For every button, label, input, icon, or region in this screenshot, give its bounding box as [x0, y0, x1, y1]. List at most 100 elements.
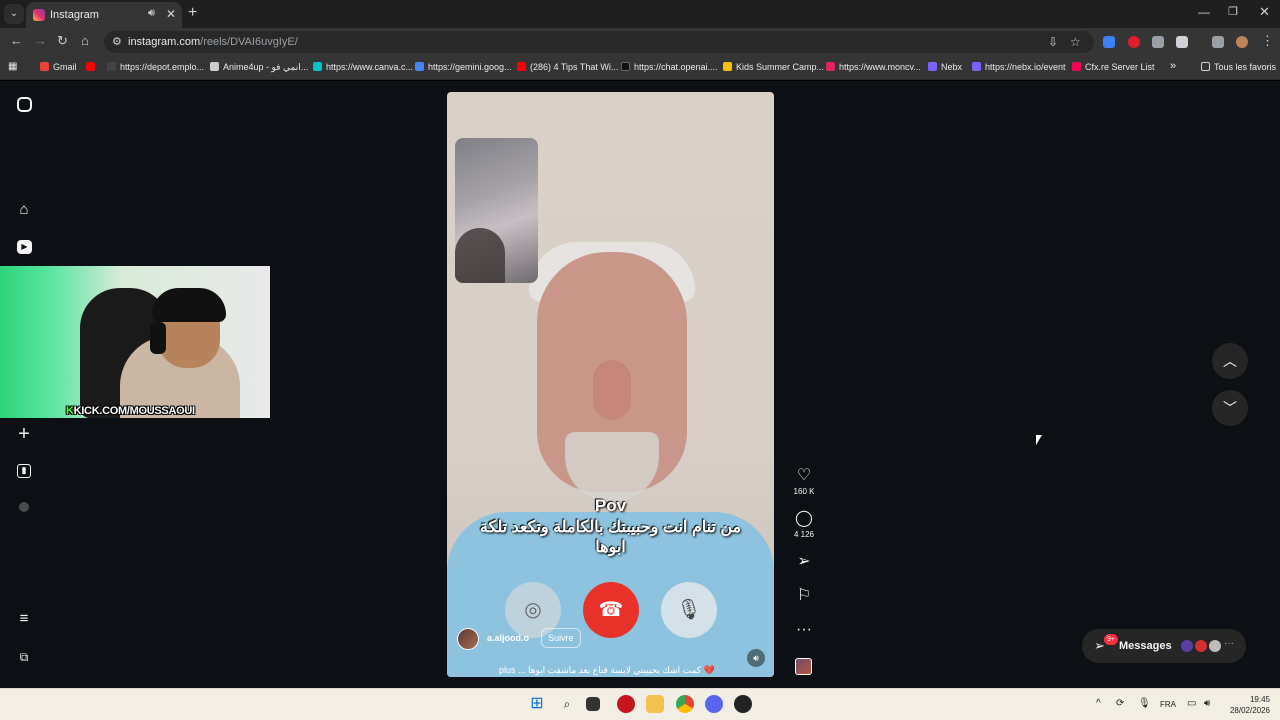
author-name[interactable]: a.aljood.o: [487, 633, 529, 643]
follow-button[interactable]: Suivre: [541, 628, 581, 648]
reload-icon[interactable]: ↻: [57, 33, 68, 49]
file-explorer-icon[interactable]: [646, 695, 664, 713]
pip-shadow: [455, 228, 505, 283]
like-count: 160 K: [793, 487, 815, 496]
search-icon[interactable]: ⌕: [558, 695, 576, 713]
openai-icon: [621, 62, 630, 71]
bookmark-item[interactable]: Kids Summer Camp...: [723, 62, 824, 72]
bookmark-item[interactable]: https://www.canva.c...: [313, 62, 413, 72]
task-view-icon[interactable]: [586, 697, 600, 711]
avatar: [1180, 639, 1194, 653]
also-from-meta-icon[interactable]: ⧉: [16, 649, 32, 665]
forward-icon[interactable]: →: [34, 33, 47, 48]
dashboard-nav-icon[interactable]: ▮: [17, 464, 31, 478]
mic-muted-icon: 🎙︎: [661, 582, 717, 638]
windows-taskbar: ⊞ ⌕ ^ ⟳ 🎙︎ FRA ▭ 🔊︎ 19:45 28/02/2026: [0, 688, 1280, 720]
menu-icon[interactable]: ⋮: [1261, 33, 1274, 49]
volume-icon[interactable]: 🔊︎: [747, 649, 765, 667]
all-bookmarks-folder[interactable]: Tous les favoris: [1201, 62, 1276, 72]
volume-icon[interactable]: 🔊︎: [1204, 698, 1210, 709]
install-app-icon[interactable]: ⇩: [1048, 35, 1058, 49]
extension-icon[interactable]: [1103, 36, 1115, 48]
bookmark-item[interactable]: https://www.moncv...: [826, 62, 921, 72]
close-window-button[interactable]: ✕: [1259, 4, 1270, 20]
instagram-page: ⌂ ▶ + ▮ ≡ ⧉ KKICK.COM/MOUSSAOUI Pov من ت…: [0, 81, 1280, 688]
bookmark-item[interactable]: (286) 4 Tips That Wi...: [517, 62, 618, 72]
address-bar[interactable]: ⚙ instagram.com/reels/DVAI6uvgIyE/ ⇩ ☆: [104, 31, 1094, 53]
more-bookmarks-button[interactable]: »: [1170, 60, 1176, 72]
create-nav-icon[interactable]: +: [16, 424, 32, 444]
nebx-icon: [972, 62, 981, 71]
app-icon[interactable]: [617, 695, 635, 713]
bookmark-icon: ⚐: [796, 587, 812, 604]
reel-description[interactable]: plus ... كمت اشك بحبيبتي لابسة قناع بعد …: [499, 665, 729, 676]
tab-instagram[interactable]: Instagram 🔊︎ ✕: [26, 2, 182, 28]
headset: [150, 322, 166, 354]
extension-icon[interactable]: [1128, 36, 1140, 48]
tab-title: Instagram: [50, 9, 99, 21]
bookmark-item[interactable]: https://nebx.io/event: [972, 62, 1066, 72]
media-controls-icon[interactable]: [1212, 36, 1224, 48]
messages-badge: 9+: [1104, 634, 1118, 645]
save-button[interactable]: ⚐: [788, 587, 820, 605]
language-indicator[interactable]: FRA: [1160, 700, 1176, 709]
next-reel-button[interactable]: ﹀: [1212, 390, 1248, 426]
chrome-icon[interactable]: [676, 695, 694, 713]
extensions-puzzle-icon[interactable]: [1176, 36, 1188, 48]
more-icon: ···: [796, 621, 812, 638]
obs-icon[interactable]: [734, 695, 752, 713]
bookmark-item[interactable]: Cfx.re Server List: [1072, 62, 1155, 72]
close-tab-icon[interactable]: ✕: [166, 7, 176, 21]
share-button[interactable]: ➢: [788, 553, 820, 571]
bookmark-item[interactable]: Nebx: [928, 62, 962, 72]
extension-icon[interactable]: [1152, 36, 1164, 48]
send-icon: ➢: [797, 553, 811, 570]
bookmark-item[interactable]: [86, 62, 99, 72]
bookmark-star-icon[interactable]: ☆: [1070, 35, 1081, 49]
system-clock[interactable]: 19:45 28/02/2026: [1224, 694, 1270, 716]
previous-reel-button[interactable]: ︿: [1212, 343, 1248, 379]
apps-grid-icon[interactable]: ▦: [8, 61, 17, 72]
bookmark-item[interactable]: https://depot.emplo...: [107, 62, 204, 72]
folder-icon: [1201, 62, 1210, 71]
original-audio-thumbnail[interactable]: [795, 658, 812, 675]
microphone-icon[interactable]: 🎙︎: [1138, 698, 1151, 709]
avatar: [1208, 639, 1222, 653]
windows-start-icon[interactable]: ⊞: [528, 695, 546, 713]
messages-button[interactable]: ➢ 9+ Messages ···: [1082, 629, 1246, 663]
site-info-icon[interactable]: ⚙: [112, 35, 122, 48]
comment-count: 4 126: [793, 530, 815, 539]
back-icon[interactable]: ←: [10, 33, 23, 48]
home-nav-icon[interactable]: ⌂: [16, 202, 32, 218]
minimize-button[interactable]: —: [1198, 5, 1210, 19]
more-options-button[interactable]: ···: [788, 621, 820, 639]
bookmark-item[interactable]: https://chat.openai....: [621, 62, 718, 72]
tray-chevron-icon[interactable]: ^: [1096, 698, 1101, 709]
more-menu-icon[interactable]: ≡: [16, 611, 32, 627]
sync-icon[interactable]: ⟳: [1116, 698, 1124, 709]
author-avatar[interactable]: [457, 628, 479, 650]
discord-icon[interactable]: [705, 695, 723, 713]
new-tab-button[interactable]: +: [188, 4, 197, 22]
home-icon[interactable]: ⌂: [81, 33, 89, 48]
bookmark-item[interactable]: Anime4up - انمي فو...: [210, 62, 308, 73]
bookmark-item[interactable]: Gmail: [40, 62, 77, 72]
restore-button[interactable]: ❐: [1228, 5, 1238, 18]
speaker-icon[interactable]: 🔊︎: [148, 7, 155, 20]
profile-avatar[interactable]: [1236, 36, 1248, 48]
streamer-webcam: KKICK.COM/MOUSSAOUI: [0, 266, 270, 418]
reel-video[interactable]: Pov من تنام انت وحبيبتك بالكاملة وتكعد ت…: [447, 92, 774, 677]
profile-nav-icon[interactable]: [19, 502, 29, 512]
clock-date: 28/02/2026: [1229, 706, 1270, 715]
like-button[interactable]: ♡ 160 K: [788, 467, 820, 496]
avatar: [1194, 639, 1208, 653]
reels-nav-icon[interactable]: ▶: [17, 240, 32, 254]
site-icon: [826, 62, 835, 71]
bookmark-item[interactable]: https://gemini.goog...: [415, 62, 512, 72]
network-icon[interactable]: ▭: [1187, 698, 1196, 709]
tab-search-button[interactable]: ⌄: [4, 4, 24, 24]
instagram-logo-icon[interactable]: [17, 97, 32, 112]
more-icon: ···: [1224, 638, 1234, 649]
bookmarks-bar: ▦ Gmail https://depot.emplo... Anime4up …: [0, 56, 1280, 80]
comment-button[interactable]: ◯ 4 126: [788, 510, 820, 539]
